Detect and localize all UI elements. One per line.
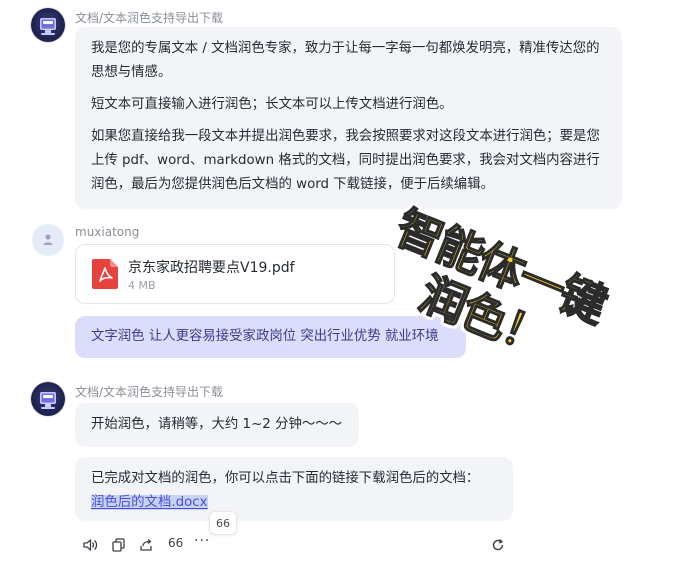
monitor-icon	[40, 18, 56, 30]
intro-paragraph: 如果您直接给我一段文本并提出润色要求，我会按照要求对这段文本进行润色；要是您上传…	[91, 129, 600, 192]
bot-result-bubble: 已完成对文档的润色，你可以点击下面的链接下载润色后的文档： 润色后的文档.doc…	[75, 457, 513, 521]
copy-icon[interactable]	[108, 535, 128, 555]
bot-sender-name: 文档/文本润色支持导出下载	[75, 11, 224, 25]
bot-sender-name: 文档/文本润色支持导出下载	[75, 385, 224, 399]
file-size: 4 MB	[128, 279, 156, 292]
share-icon[interactable]	[136, 535, 156, 555]
chat-page: 文档/文本润色支持导出下载 我是您的专属文本 / 文档润色专家，致力于让每一字每…	[0, 0, 673, 562]
bot-avatar	[31, 382, 65, 416]
intro-paragraph: 我是您的专属文本 / 文档润色专家，致力于让每一字每一句都焕发明亮，精准传达您的…	[91, 41, 600, 80]
refresh-icon[interactable]	[488, 535, 508, 555]
intro-paragraph: 短文本可直接输入进行润色；长文本可以上传文档进行润色。	[91, 97, 453, 112]
count-tooltip: 66	[209, 511, 237, 535]
pdf-file-icon	[92, 259, 118, 289]
reaction-count[interactable]: 66	[168, 536, 183, 550]
more-icon[interactable]: ···	[194, 533, 210, 549]
file-name: 京东家政招聘要点V19.pdf	[128, 260, 295, 276]
bot-avatar	[31, 8, 65, 42]
bot-status-bubble: 开始润色，请稍等，大约 1~2 分钟～～～	[75, 403, 359, 447]
monitor-icon	[40, 392, 56, 404]
user-avatar	[32, 224, 64, 256]
person-icon	[43, 234, 53, 245]
speaker-icon[interactable]	[80, 535, 100, 555]
user-message-bubble: 文字润色 让人更容易接受家政岗位 突出行业优势 就业环境	[75, 316, 466, 358]
download-link[interactable]: 润色后的文档.docx	[91, 495, 208, 510]
result-text: 已完成对文档的润色，你可以点击下面的链接下载润色后的文档：	[91, 471, 480, 486]
user-sender-name: muxiatong	[75, 225, 140, 239]
attached-file-card[interactable]: 京东家政招聘要点V19.pdf 4 MB	[75, 244, 395, 304]
bot-intro-bubble: 我是您的专属文本 / 文档润色专家，致力于让每一字每一句都焕发明亮，精准传达您的…	[75, 27, 622, 209]
